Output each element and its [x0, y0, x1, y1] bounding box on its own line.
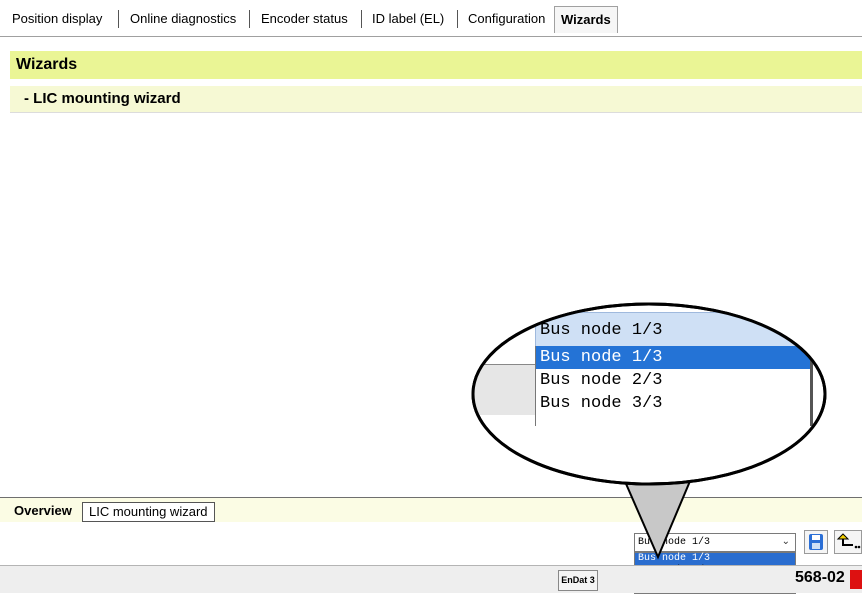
callout-outline — [471, 302, 827, 486]
